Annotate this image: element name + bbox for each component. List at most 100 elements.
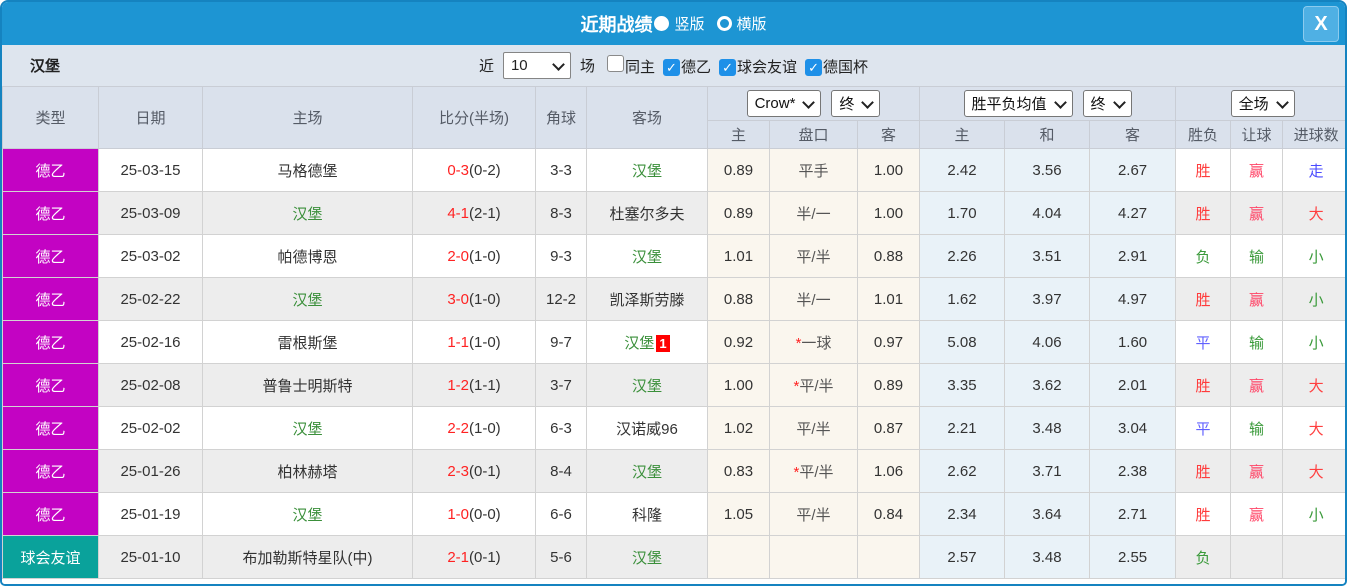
cell-result: 胜 <box>1175 449 1232 493</box>
cell-odds-home: 0.83 <box>707 449 770 493</box>
cell-type: 德乙 <box>2 363 99 407</box>
cell-avg-away: 2.67 <box>1089 148 1177 192</box>
summary-segment: 单率: <box>818 582 859 585</box>
chevron-down-icon <box>1053 95 1067 109</box>
avg-state-select[interactable]: 终 <box>1082 90 1132 117</box>
horizontal-radio-label[interactable]: 横版 <box>737 13 767 34</box>
score-fulltime: 2-3 <box>447 462 469 480</box>
avg-odds-select[interactable]: 胜平负均值 <box>963 90 1073 117</box>
score-halftime: (1-0) <box>469 333 501 351</box>
cell-handicap: 半/一 <box>769 191 858 235</box>
cell-corners: 8-3 <box>535 191 587 235</box>
table-row: 德乙 25-02-02 汉堡 2-2(1-0) 6-3 汉诺威96 1.02 平/半 0.87 2… <box>2 406 1345 450</box>
sub-header-odds-away: 客 <box>856 120 921 149</box>
score-halftime: (0-1) <box>469 462 501 480</box>
cell-goals: 小 <box>1282 277 1345 321</box>
chevron-down-icon <box>802 95 816 109</box>
col-header-home: 主场 <box>202 86 413 149</box>
cell-home-team: 汉堡 <box>202 277 413 321</box>
away-team-name: 汉堡 <box>631 463 662 481</box>
bookmaker-state-select[interactable]: 终 <box>831 90 881 117</box>
sub-header-odds-home: 主 <box>707 120 770 149</box>
cell-score: 2-2(1-0) <box>412 406 536 450</box>
cell-score: 1-0(0-0) <box>412 492 536 536</box>
cell-odds-home: 0.92 <box>707 320 770 364</box>
sub-header-handicap-result: 让球 <box>1230 120 1284 149</box>
horizontal-radio-icon[interactable] <box>716 16 732 31</box>
cell-away-team: 汉堡 <box>586 234 708 278</box>
cell-date: 25-03-02 <box>98 234 203 278</box>
cell-handicap-result: 输 <box>1230 320 1284 364</box>
summary-segment: 场,胜6平2负2, 胜率: <box>489 582 629 585</box>
cell-result: 胜 <box>1175 148 1232 192</box>
score-halftime: (1-0) <box>469 419 501 437</box>
cell-odds-home: 0.88 <box>707 277 770 321</box>
handicap-controls-cell: Crow* 终 <box>706 86 921 121</box>
star-mark: * <box>793 463 800 481</box>
cell-corners: 3-7 <box>535 363 587 407</box>
cell-handicap-result: 赢 <box>1230 449 1284 493</box>
cell-avg-away: 1.60 <box>1089 320 1177 364</box>
match-count-select[interactable]: 10 <box>502 52 571 79</box>
checkbox-2[interactable]: ✓ <box>719 58 737 76</box>
score-halftime: (2-1) <box>469 204 501 222</box>
results-table-body: 德乙 25-03-15 马格德堡 0-3(0-2) 3-3 汉堡 0.89 平手 1.00 2.4… <box>2 148 1345 579</box>
table-row: 德乙 25-03-15 马格德堡 0-3(0-2) 3-3 汉堡 0.89 平手 1.00 2.4… <box>2 148 1345 192</box>
cell-handicap-result: 赢 <box>1230 191 1284 235</box>
score-fulltime: 1-2 <box>447 376 469 394</box>
cell-odds-home: 0.89 <box>707 191 770 235</box>
team-name: 汉堡 <box>30 58 61 75</box>
chevron-down-icon <box>1275 95 1289 109</box>
sub-header-avg-home: 主 <box>919 120 1006 149</box>
bookmaker-select[interactable]: Crow* <box>746 90 822 117</box>
checkbox-label[interactable]: 德乙 <box>681 59 711 76</box>
checkbox-label[interactable]: 德国杯 <box>823 59 868 76</box>
cell-home-team: 布加勒斯特星队(中) <box>202 535 413 579</box>
cell-handicap-result: 赢 <box>1230 148 1284 192</box>
cell-away-team: 汉堡 <box>586 449 708 493</box>
cell-avg-draw: 3.48 <box>1004 535 1091 579</box>
cell-date: 25-02-16 <box>98 320 203 364</box>
cell-type: 德乙 <box>2 492 99 536</box>
cell-away-team: 凯泽斯劳滕 <box>586 277 708 321</box>
title-bar: 近期战绩 竖版 横版 X <box>2 2 1345 45</box>
away-team-name: 汉堡 <box>624 334 655 352</box>
vertical-radio-label[interactable]: 竖版 <box>674 13 704 34</box>
score-halftime: (0-0) <box>469 505 501 523</box>
cell-result: 平 <box>1175 320 1232 364</box>
chevron-down-icon <box>552 57 565 71</box>
away-team-name: 凯泽斯劳滕 <box>609 291 685 309</box>
sub-header-handicap: 盘口 <box>769 120 858 149</box>
check-icon: ✓ <box>808 59 819 75</box>
checkbox-3[interactable]: ✓ <box>805 58 823 76</box>
cell-odds-away: 1.00 <box>856 191 921 235</box>
cell-away-team: 汉堡 1 <box>586 320 708 364</box>
checkbox-label[interactable]: 球会友谊 <box>737 59 797 76</box>
cell-odds-away: 1.00 <box>856 148 921 192</box>
check-icon: ✓ <box>666 59 677 75</box>
cell-goals: 大 <box>1282 191 1345 235</box>
cell-avg-draw: 3.48 <box>1004 406 1091 450</box>
checkbox-1[interactable]: ✓ <box>663 58 680 76</box>
cell-avg-draw: 3.71 <box>1004 449 1091 493</box>
sub-header-avg-away: 客 <box>1089 120 1177 149</box>
cell-date: 25-01-10 <box>98 535 203 579</box>
table-row: 球会友谊 25-01-10 布加勒斯特星队(中) 2-1(0-1) 5-6 汉堡 2.57 3… <box>2 535 1345 579</box>
vertical-radio-icon[interactable] <box>654 16 670 31</box>
bookmaker-state-value: 终 <box>839 96 855 113</box>
avg-controls-cell: 胜平负均值 终 <box>919 86 1177 121</box>
competition-checkboxes: 同主 ✓ 德乙 ✓ 球会友谊 ✓ 德国杯 <box>599 54 868 77</box>
score-fulltime: 1-0 <box>447 505 469 523</box>
checkbox-label[interactable]: 同主 <box>625 59 655 76</box>
cell-avg-away: 2.71 <box>1089 492 1177 536</box>
summary-bar: 近10场,胜6平2负2, 胜率:60% 赢率:66.6% 大:44.4% 单率:… <box>2 579 1345 585</box>
cell-home-team: 汉堡 <box>202 406 413 450</box>
checkbox-0[interactable] <box>606 54 624 72</box>
scope-select[interactable]: 全场 <box>1230 90 1295 117</box>
score-halftime: (0-2) <box>469 161 501 179</box>
cell-score: 1-2(1-1) <box>412 363 536 407</box>
close-button[interactable]: X <box>1303 6 1339 42</box>
scope-select-value: 全场 <box>1238 96 1269 113</box>
cell-handicap-result: 赢 <box>1230 492 1284 536</box>
cell-goals <box>1282 535 1345 579</box>
